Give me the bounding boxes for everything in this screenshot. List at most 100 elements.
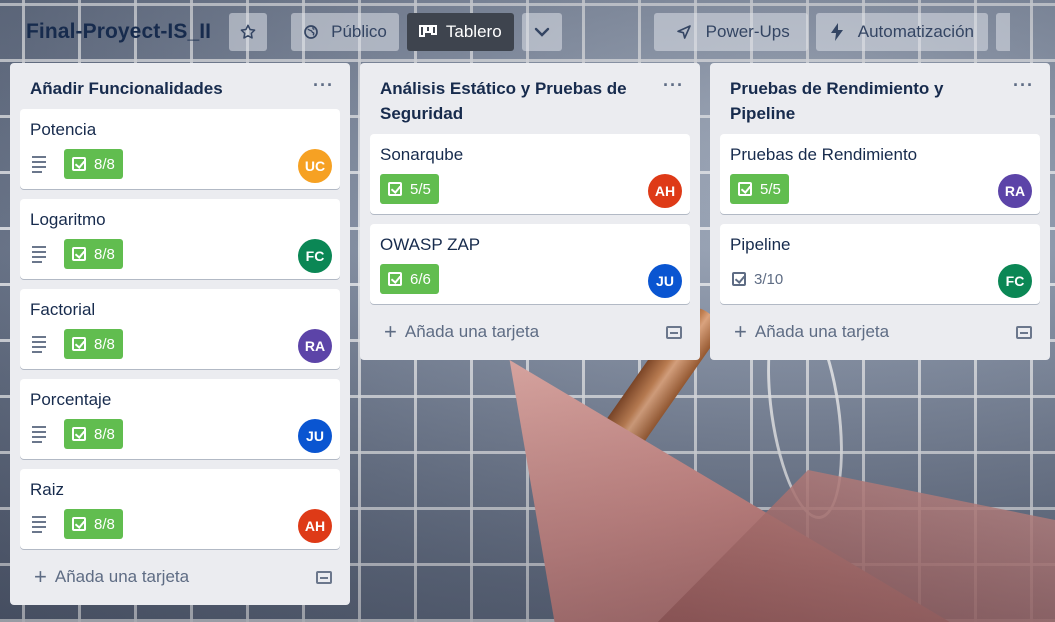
card-logaritmo[interactable]: Logaritmo 8/8 FC xyxy=(20,199,340,279)
board-title[interactable]: Final-Proyect-IS_II xyxy=(26,20,211,44)
member-avatar[interactable]: JU xyxy=(648,264,682,298)
globe-icon xyxy=(304,25,318,39)
list-menu-icon[interactable]: ··· xyxy=(1013,73,1034,98)
plus-icon: + xyxy=(384,319,397,344)
checklist-icon xyxy=(72,157,86,171)
card-badges: 6/6 xyxy=(380,264,439,294)
checklist-count: 8/8 xyxy=(94,155,115,173)
list-header[interactable]: Pruebas de Rendimiento y Pipeline ··· xyxy=(720,63,1040,134)
card-porcentaje[interactable]: Porcentaje 8/8 JU xyxy=(20,379,340,459)
list-title: Pruebas de Rendimiento y Pipeline xyxy=(730,79,944,123)
card-potencia[interactable]: Potencia 8/8 UC xyxy=(20,109,340,189)
checklist-icon xyxy=(732,272,746,286)
board-icon xyxy=(418,25,437,37)
checklist-count: 8/8 xyxy=(94,425,115,443)
checklist-badge: 8/8 xyxy=(64,419,123,449)
add-card-button[interactable]: + Añada una tarjeta xyxy=(20,559,340,595)
member-avatar[interactable]: FC xyxy=(298,239,332,273)
member-avatar[interactable]: RA xyxy=(298,329,332,363)
card-badges: 8/8 xyxy=(30,329,123,359)
list-menu-icon[interactable]: ··· xyxy=(313,73,334,98)
list-title: Añadir Funcionalidades xyxy=(30,79,223,98)
board-header: Final-Proyect-IS_II Público Tablero Powe… xyxy=(0,0,1055,64)
checklist-count: 8/8 xyxy=(94,515,115,533)
checklist-badge: 8/8 xyxy=(64,239,123,269)
visibility-button[interactable]: Público xyxy=(291,13,399,51)
view-label: Tablero xyxy=(445,22,502,41)
list-title: Análisis Estático y Pruebas de Seguridad xyxy=(380,79,627,123)
card-sonarqube[interactable]: Sonarqube 5/5 AH xyxy=(370,134,690,214)
chevron-down-icon xyxy=(534,27,549,37)
card-pipeline[interactable]: Pipeline 3/10 FC xyxy=(720,224,1040,304)
lightning-icon xyxy=(830,23,843,41)
checklist-count: 6/6 xyxy=(410,270,431,288)
member-avatar[interactable]: AH xyxy=(648,174,682,208)
card-template-icon[interactable] xyxy=(316,571,332,584)
card-title: OWASP ZAP xyxy=(380,235,481,254)
checklist-badge: 8/8 xyxy=(64,149,123,179)
member-avatar[interactable]: UC xyxy=(298,149,332,183)
card-factorial[interactable]: Factorial 8/8 RA xyxy=(20,289,340,369)
checklist-count: 8/8 xyxy=(94,245,115,263)
card-title: Factorial xyxy=(30,300,96,319)
add-card-button[interactable]: + Añada una tarjeta xyxy=(720,314,1040,350)
card-badges: 8/8 xyxy=(30,419,123,449)
visibility-label: Público xyxy=(331,22,387,41)
description-icon xyxy=(32,515,52,533)
checklist-badge: 5/5 xyxy=(380,174,439,204)
list-header[interactable]: Añadir Funcionalidades ··· xyxy=(20,63,340,109)
powerups-label: Power-Ups xyxy=(705,22,790,41)
automation-button[interactable]: Automatización xyxy=(815,13,988,51)
add-card-label: Añada una tarjeta xyxy=(754,322,890,341)
member-avatar[interactable]: RA xyxy=(998,174,1032,208)
card-raiz[interactable]: Raiz 8/8 AH xyxy=(20,469,340,549)
list-header[interactable]: Análisis Estático y Pruebas de Seguridad… xyxy=(370,63,690,134)
member-avatar[interactable]: AH xyxy=(298,509,332,543)
card-pruebas-de-rendimiento[interactable]: Pruebas de Rendimiento 5/5 RA xyxy=(720,134,1040,214)
member-avatar[interactable]: JU xyxy=(298,419,332,453)
description-icon xyxy=(32,425,52,443)
description-icon xyxy=(32,335,52,353)
card-badges: 3/10 xyxy=(730,264,785,294)
card-title: Pipeline xyxy=(730,235,791,254)
checklist-badge: 5/5 xyxy=(730,174,789,204)
list-anadir-funcionalidades: Añadir Funcionalidades ··· Potencia 8/8 … xyxy=(10,63,350,605)
automation-label: Automatización xyxy=(857,22,974,41)
card-template-icon[interactable] xyxy=(1016,326,1032,339)
checklist-icon xyxy=(388,182,402,196)
view-switcher-button[interactable]: Tablero xyxy=(406,13,514,51)
checklist-count: 5/5 xyxy=(760,180,781,198)
checklist-icon xyxy=(72,337,86,351)
powerups-button[interactable]: Power-Ups xyxy=(653,13,808,51)
checklist-icon xyxy=(72,427,86,441)
header-overflow-button[interactable] xyxy=(995,13,1010,51)
checklist-badge: 8/8 xyxy=(64,329,123,359)
card-badges: 5/5 xyxy=(730,174,789,204)
card-template-icon[interactable] xyxy=(666,326,682,339)
card-badges: 8/8 xyxy=(30,509,123,539)
description-icon xyxy=(32,155,52,173)
description-icon xyxy=(32,245,52,263)
add-card-label: Añada una tarjeta xyxy=(404,322,540,341)
checklist-icon xyxy=(72,517,86,531)
add-card-button[interactable]: + Añada una tarjeta xyxy=(370,314,690,350)
card-owasp-zap[interactable]: OWASP ZAP 6/6 JU xyxy=(370,224,690,304)
checklist-badge: 8/8 xyxy=(64,509,123,539)
card-badges: 5/5 xyxy=(380,174,439,204)
star-button[interactable] xyxy=(229,13,268,51)
checklist-count: 8/8 xyxy=(94,335,115,353)
card-title: Potencia xyxy=(30,120,97,139)
checklist-badge: 6/6 xyxy=(380,264,439,294)
view-options-button[interactable] xyxy=(521,13,562,51)
plus-icon: + xyxy=(734,319,747,344)
list-menu-icon[interactable]: ··· xyxy=(663,73,684,98)
card-badges: 8/8 xyxy=(30,149,123,179)
card-title: Pruebas de Rendimiento xyxy=(730,145,918,164)
card-title: Raiz xyxy=(30,480,65,499)
list-pruebas-rendimiento: Pruebas de Rendimiento y Pipeline ··· Pr… xyxy=(710,63,1050,360)
member-avatar[interactable]: FC xyxy=(998,264,1032,298)
star-icon xyxy=(240,24,256,39)
plus-icon: + xyxy=(34,564,47,589)
card-title: Sonarqube xyxy=(380,145,464,164)
list-analisis-estatico: Análisis Estático y Pruebas de Seguridad… xyxy=(360,63,700,360)
